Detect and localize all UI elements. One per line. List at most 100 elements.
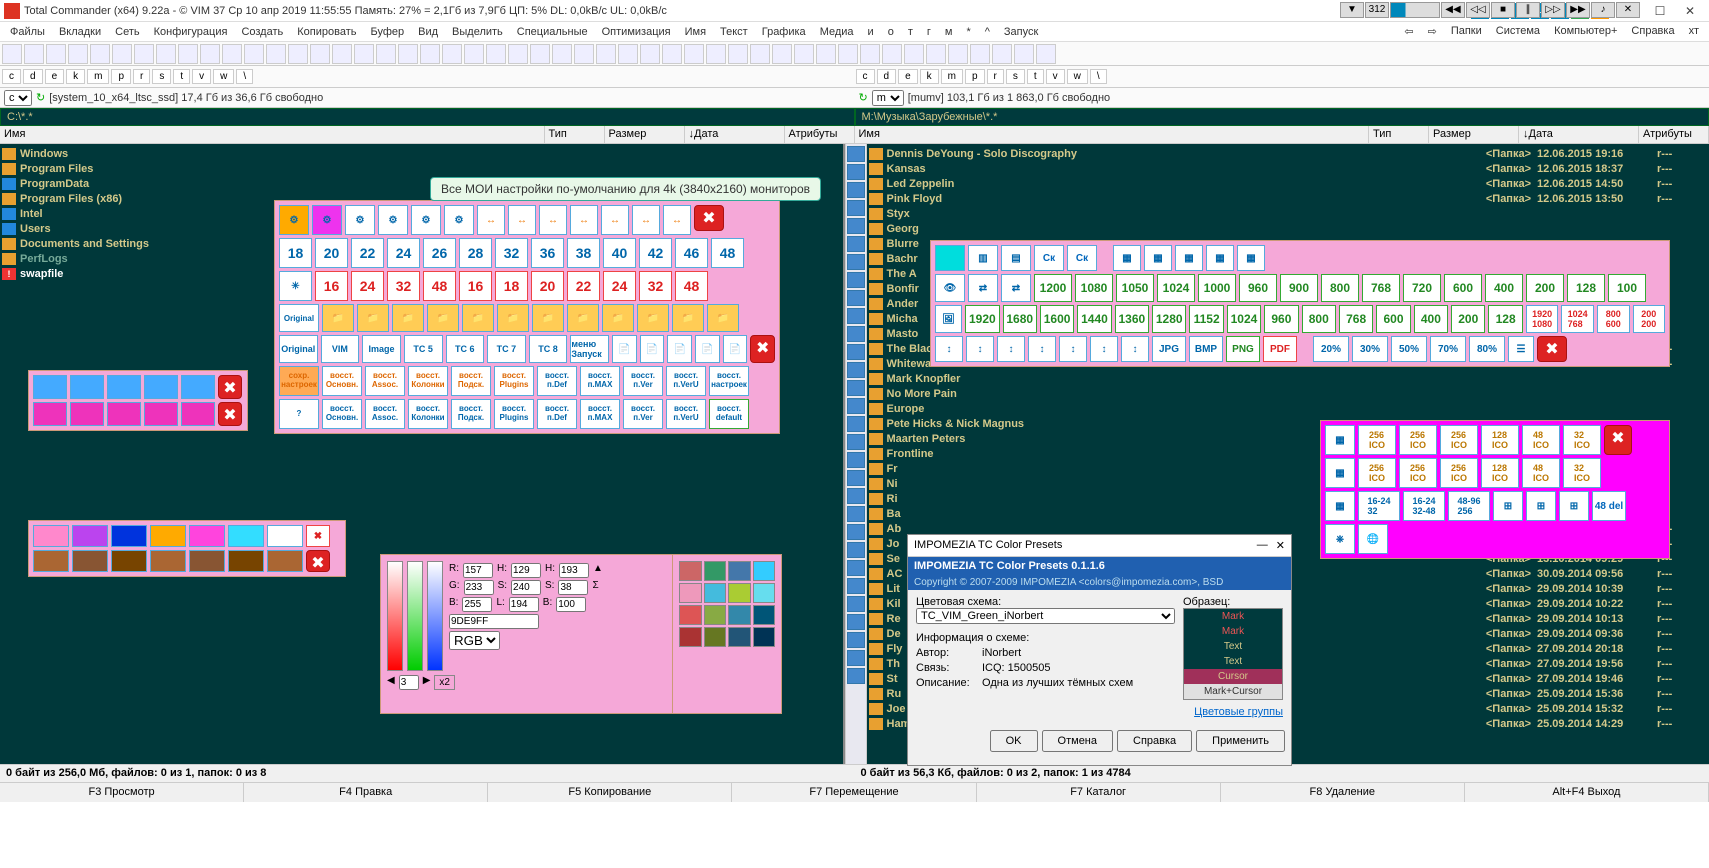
ico-btn[interactable]: 32ICO — [1563, 425, 1601, 455]
toolbar-button[interactable] — [706, 44, 726, 64]
gear-icon[interactable]: ⚙ — [444, 205, 474, 235]
menu-item[interactable]: Вид — [412, 24, 444, 40]
dual-btn[interactable]: 19201080 — [1526, 305, 1559, 333]
size-btn[interactable]: 32 — [387, 271, 420, 301]
toolbar-button[interactable] — [46, 44, 66, 64]
left-path[interactable]: C:\*.* — [0, 108, 855, 126]
drive-button[interactable]: r — [987, 69, 1004, 84]
size-btn[interactable]: 26 — [423, 238, 456, 268]
width-btn[interactable]: 1280 — [1152, 305, 1186, 333]
size-btn[interactable]: 36 — [531, 238, 564, 268]
sidebar-icon[interactable] — [847, 146, 865, 162]
right-path[interactable]: M:\Музыка\Зарубежные\*.* — [855, 108, 1709, 126]
close-icon[interactable]: ✖ — [1537, 336, 1567, 362]
file-row[interactable]: Styx — [869, 206, 1708, 221]
color-swatch[interactable] — [72, 525, 108, 547]
drive-button[interactable]: e — [45, 69, 65, 84]
width-btn[interactable]: 128 — [1567, 274, 1605, 302]
color-swatch[interactable] — [679, 583, 702, 603]
tc-btn[interactable]: TC 6 — [446, 335, 485, 363]
drive-button[interactable]: t — [1027, 69, 1044, 84]
size-btn[interactable]: 46 — [675, 238, 708, 268]
folder-icon[interactable]: 📁 — [392, 304, 424, 332]
drive-button[interactable]: m — [87, 69, 109, 84]
drive-button[interactable]: m — [941, 69, 963, 84]
col-attr[interactable]: Атрибуты — [1639, 126, 1709, 143]
color-swatch[interactable] — [704, 583, 727, 603]
color-swatch[interactable] — [111, 525, 147, 547]
help-button[interactable]: Справка — [1117, 730, 1192, 752]
toolbar-button[interactable] — [486, 44, 506, 64]
del-btn[interactable]: 48 del — [1592, 491, 1626, 521]
toolbar-button[interactable] — [508, 44, 528, 64]
folder-icon[interactable]: 📁 — [322, 304, 354, 332]
col-date[interactable]: ↓Дата — [685, 126, 785, 143]
drive-button[interactable]: w — [1067, 69, 1088, 84]
arrow-icon[interactable]: ↔ — [632, 205, 660, 235]
sidebar-icon[interactable] — [847, 560, 865, 576]
toolbar-button[interactable] — [640, 44, 660, 64]
menu-item[interactable]: о — [882, 24, 900, 40]
restore-btn[interactable]: восст. Колонки — [408, 366, 448, 396]
b-slider[interactable] — [427, 561, 443, 671]
ico-btn[interactable]: 256ICO — [1440, 458, 1478, 488]
file-row[interactable]: Mark Knopfler — [869, 371, 1708, 386]
toolbar-button[interactable] — [684, 44, 704, 64]
toolbar-button[interactable] — [794, 44, 814, 64]
gear-icon[interactable]: ⚙ — [345, 205, 375, 235]
pct-btn[interactable]: 30% — [1352, 336, 1388, 362]
dual-btn[interactable]: 200200 — [1633, 305, 1666, 333]
menu-item[interactable]: Графика — [756, 24, 812, 40]
toolbar-button[interactable] — [904, 44, 924, 64]
menu-item[interactable]: Создать — [235, 24, 289, 40]
tc-btn[interactable]: VIM — [321, 335, 360, 363]
color-swatch[interactable] — [144, 375, 178, 399]
toolbar-button[interactable] — [772, 44, 792, 64]
drive-button[interactable]: k — [920, 69, 939, 84]
width-btn[interactable]: 1000 — [1198, 274, 1236, 302]
sidebar-icon[interactable] — [847, 362, 865, 378]
restore-btn[interactable]: сохр. настроек — [279, 366, 319, 396]
toolbar-button[interactable] — [244, 44, 264, 64]
fmt-btn[interactable]: BMP — [1189, 336, 1223, 362]
toolbar-button[interactable] — [552, 44, 572, 64]
size-btn[interactable]: 32 — [495, 238, 528, 268]
g-input[interactable] — [464, 580, 494, 595]
action-icon[interactable]: ↕ — [1028, 336, 1056, 362]
menu-item[interactable]: Оптимизация — [596, 24, 677, 40]
sidebar-icon[interactable] — [847, 632, 865, 648]
toolbar-button[interactable] — [574, 44, 594, 64]
width-btn[interactable]: 720 — [1403, 274, 1441, 302]
col-type[interactable]: Тип — [1369, 126, 1429, 143]
toolbar-button[interactable] — [530, 44, 550, 64]
toolbar-button[interactable] — [266, 44, 286, 64]
color-swatch[interactable] — [704, 561, 727, 581]
ico-btn[interactable]: 16-2432-48 — [1403, 491, 1445, 521]
toolbar-button[interactable] — [662, 44, 682, 64]
arrow-icon[interactable]: ↔ — [477, 205, 505, 235]
toolbar-button[interactable] — [970, 44, 990, 64]
toolbar-button[interactable] — [882, 44, 902, 64]
layout-icon[interactable]: ▦ — [1144, 245, 1172, 271]
size-btn[interactable]: 20 — [315, 238, 348, 268]
size-btn[interactable]: 16 — [315, 271, 348, 301]
drive-button[interactable]: e — [898, 69, 918, 84]
size-btn[interactable]: 40 — [603, 238, 636, 268]
size-btn[interactable]: 18 — [279, 238, 312, 268]
color-swatch[interactable] — [33, 375, 67, 399]
icon-btn[interactable]: ▦ — [1325, 425, 1355, 455]
width-btn[interactable]: 100 — [1608, 274, 1646, 302]
menu-item[interactable]: Папки — [1445, 23, 1488, 40]
width-btn[interactable]: 200 — [1526, 274, 1564, 302]
sk-btn[interactable]: Ск — [1034, 245, 1064, 271]
menu-item[interactable]: Запуск — [998, 24, 1044, 40]
toolbar-button[interactable] — [354, 44, 374, 64]
color-swatch[interactable] — [144, 402, 178, 426]
sidebar-icon[interactable] — [847, 380, 865, 396]
color-swatch[interactable] — [679, 561, 702, 581]
file-row[interactable]: Georg — [869, 221, 1708, 236]
cancel-button[interactable]: Отмена — [1042, 730, 1113, 752]
menu-item[interactable]: и — [862, 24, 880, 40]
restore-btn[interactable]: восст. п.Def — [537, 399, 577, 429]
folder-icon[interactable]: 📁 — [427, 304, 459, 332]
